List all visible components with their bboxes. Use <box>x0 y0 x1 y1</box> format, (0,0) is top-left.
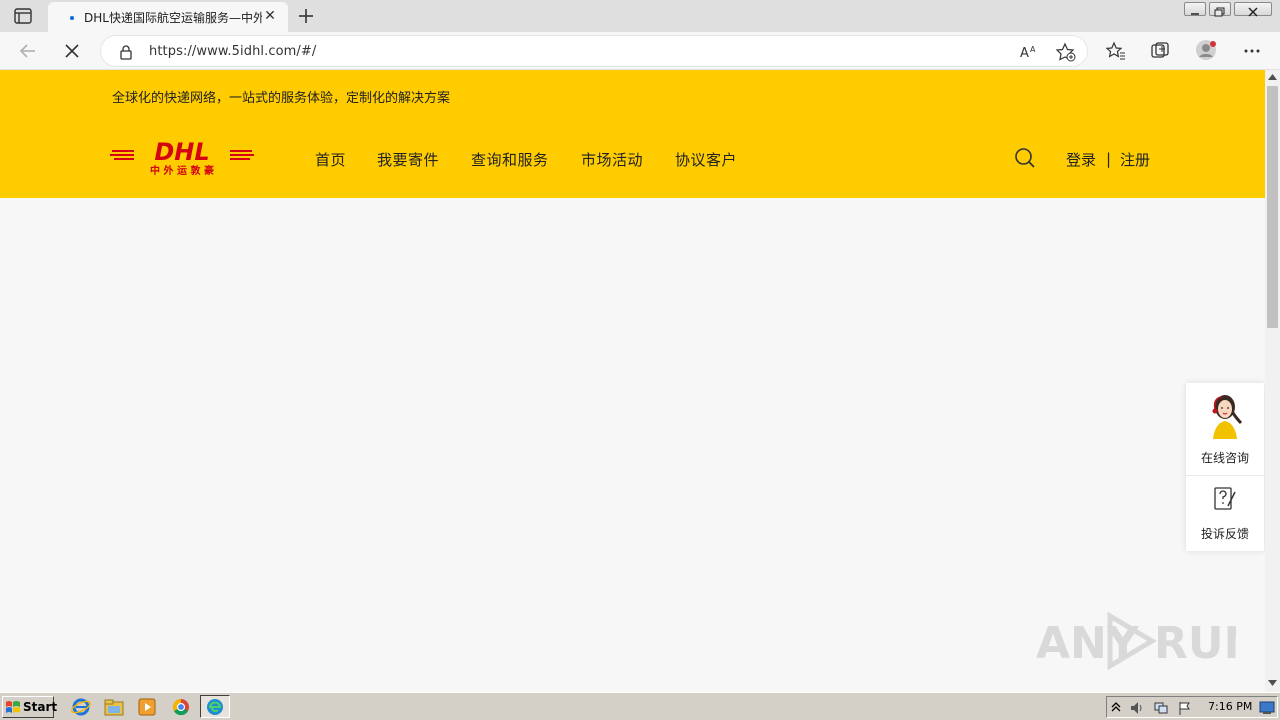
back-icon[interactable] <box>17 40 39 62</box>
scroll-up-icon[interactable] <box>1268 74 1277 80</box>
customer-service-avatar-icon <box>1212 395 1243 439</box>
scroll-down-icon[interactable] <box>1268 680 1277 686</box>
search-icon[interactable] <box>1014 147 1036 169</box>
volume-icon[interactable] <box>1129 700 1145 716</box>
nav-home[interactable]: 首页 <box>315 149 346 170</box>
profile-avatar-icon[interactable] <box>1195 39 1217 61</box>
add-favorite-icon[interactable] <box>1055 42 1077 62</box>
show-hidden-icons-icon[interactable] <box>1111 701 1121 713</box>
file-explorer-icon[interactable] <box>103 697 125 717</box>
show-desktop-icon[interactable] <box>1259 700 1275 715</box>
login-link[interactable]: 登录 <box>1066 149 1096 170</box>
complaint-feedback-button[interactable]: 投诉反馈 <box>1186 476 1264 551</box>
logo-sub-text: 中 外 运 敦 豪 <box>150 164 214 177</box>
logo-main-text: DHL <box>154 138 209 166</box>
close-window-button[interactable] <box>1234 2 1272 17</box>
network-icon[interactable] <box>1153 700 1169 716</box>
online-consult-label: 在线咨询 <box>1200 451 1249 465</box>
new-tab-icon[interactable] <box>296 6 316 26</box>
svg-text:A: A <box>1030 45 1036 54</box>
favorites-icon[interactable] <box>1105 40 1127 62</box>
login-register-separator: | <box>1106 150 1112 168</box>
taskbar-clock[interactable]: 7:16 PM <box>1208 700 1252 713</box>
stop-loading-icon[interactable] <box>61 40 83 62</box>
edge-taskbar-button[interactable] <box>200 695 230 718</box>
online-consult-button[interactable]: 在线咨询 <box>1186 383 1264 475</box>
vertical-scrollbar[interactable] <box>1265 70 1280 692</box>
scrollbar-thumb[interactable] <box>1267 86 1278 328</box>
tab-loading-icon <box>70 16 74 20</box>
browser-tab-strip: DHL快递国际航空运输服务—中外 ✕ <box>0 0 1280 32</box>
floating-help-panel: 在线咨询 投诉反馈 <box>1186 383 1264 551</box>
edge-icon <box>207 699 223 715</box>
close-tab-icon[interactable]: ✕ <box>262 8 278 24</box>
chrome-icon[interactable] <box>170 697 192 717</box>
svg-text:A: A <box>1020 46 1029 61</box>
collections-icon[interactable] <box>1149 40 1171 62</box>
url-text[interactable]: https://www.5idhl.com/#/ <box>149 44 316 59</box>
nav-tracking-services[interactable]: 查询和服务 <box>471 149 549 170</box>
more-menu-icon[interactable] <box>1241 40 1263 62</box>
site-header: 全球化的快递网络，一站式的服务体验，定制化的解决方案 DHL 中 外 运 敦 豪… <box>0 70 1265 198</box>
browser-tab-active[interactable]: DHL快递国际航空运输服务—中外 ✕ <box>48 2 288 32</box>
start-button[interactable]: Start <box>2 696 58 718</box>
nav-send-package[interactable]: 我要寄件 <box>377 149 439 170</box>
address-bar[interactable]: https://www.5idhl.com/#/ A A <box>100 35 1088 67</box>
register-link[interactable]: 注册 <box>1120 149 1150 170</box>
start-label: Start <box>23 700 58 714</box>
feedback-icon <box>1214 487 1236 510</box>
nav-marketing[interactable]: 市场活动 <box>581 149 643 170</box>
minimize-button[interactable] <box>1184 2 1206 16</box>
browser-toolbar: https://www.5idhl.com/#/ A A <box>0 32 1280 70</box>
web-page: 全球化的快递网络，一站式的服务体验，定制化的解决方案 DHL 中 外 运 敦 豪… <box>0 70 1265 692</box>
read-aloud-icon[interactable]: A A <box>1019 43 1039 61</box>
media-player-icon[interactable] <box>136 697 158 717</box>
nav-contract-customers[interactable]: 协议客户 <box>675 149 737 170</box>
internet-explorer-icon[interactable] <box>70 697 92 717</box>
anyrun-watermark: ANY RUN <box>1036 611 1236 670</box>
action-center-flag-icon[interactable] <box>1177 700 1193 716</box>
restore-button[interactable] <box>1209 2 1231 17</box>
slogan-text: 全球化的快递网络，一站式的服务体验，定制化的解决方案 <box>112 91 451 106</box>
windows-taskbar: Start 7:16 PM <box>0 692 1280 720</box>
dhl-logo[interactable]: DHL 中 外 运 敦 豪 <box>110 138 254 178</box>
tab-actions-icon[interactable] <box>14 8 32 24</box>
lock-icon[interactable] <box>119 44 133 60</box>
watermark-right-text: RUN <box>1154 618 1236 669</box>
tab-title: DHL快递国际航空运输服务—中外 <box>84 11 262 25</box>
complaint-feedback-label: 投诉反馈 <box>1200 527 1249 541</box>
windows-logo-icon <box>6 701 20 713</box>
